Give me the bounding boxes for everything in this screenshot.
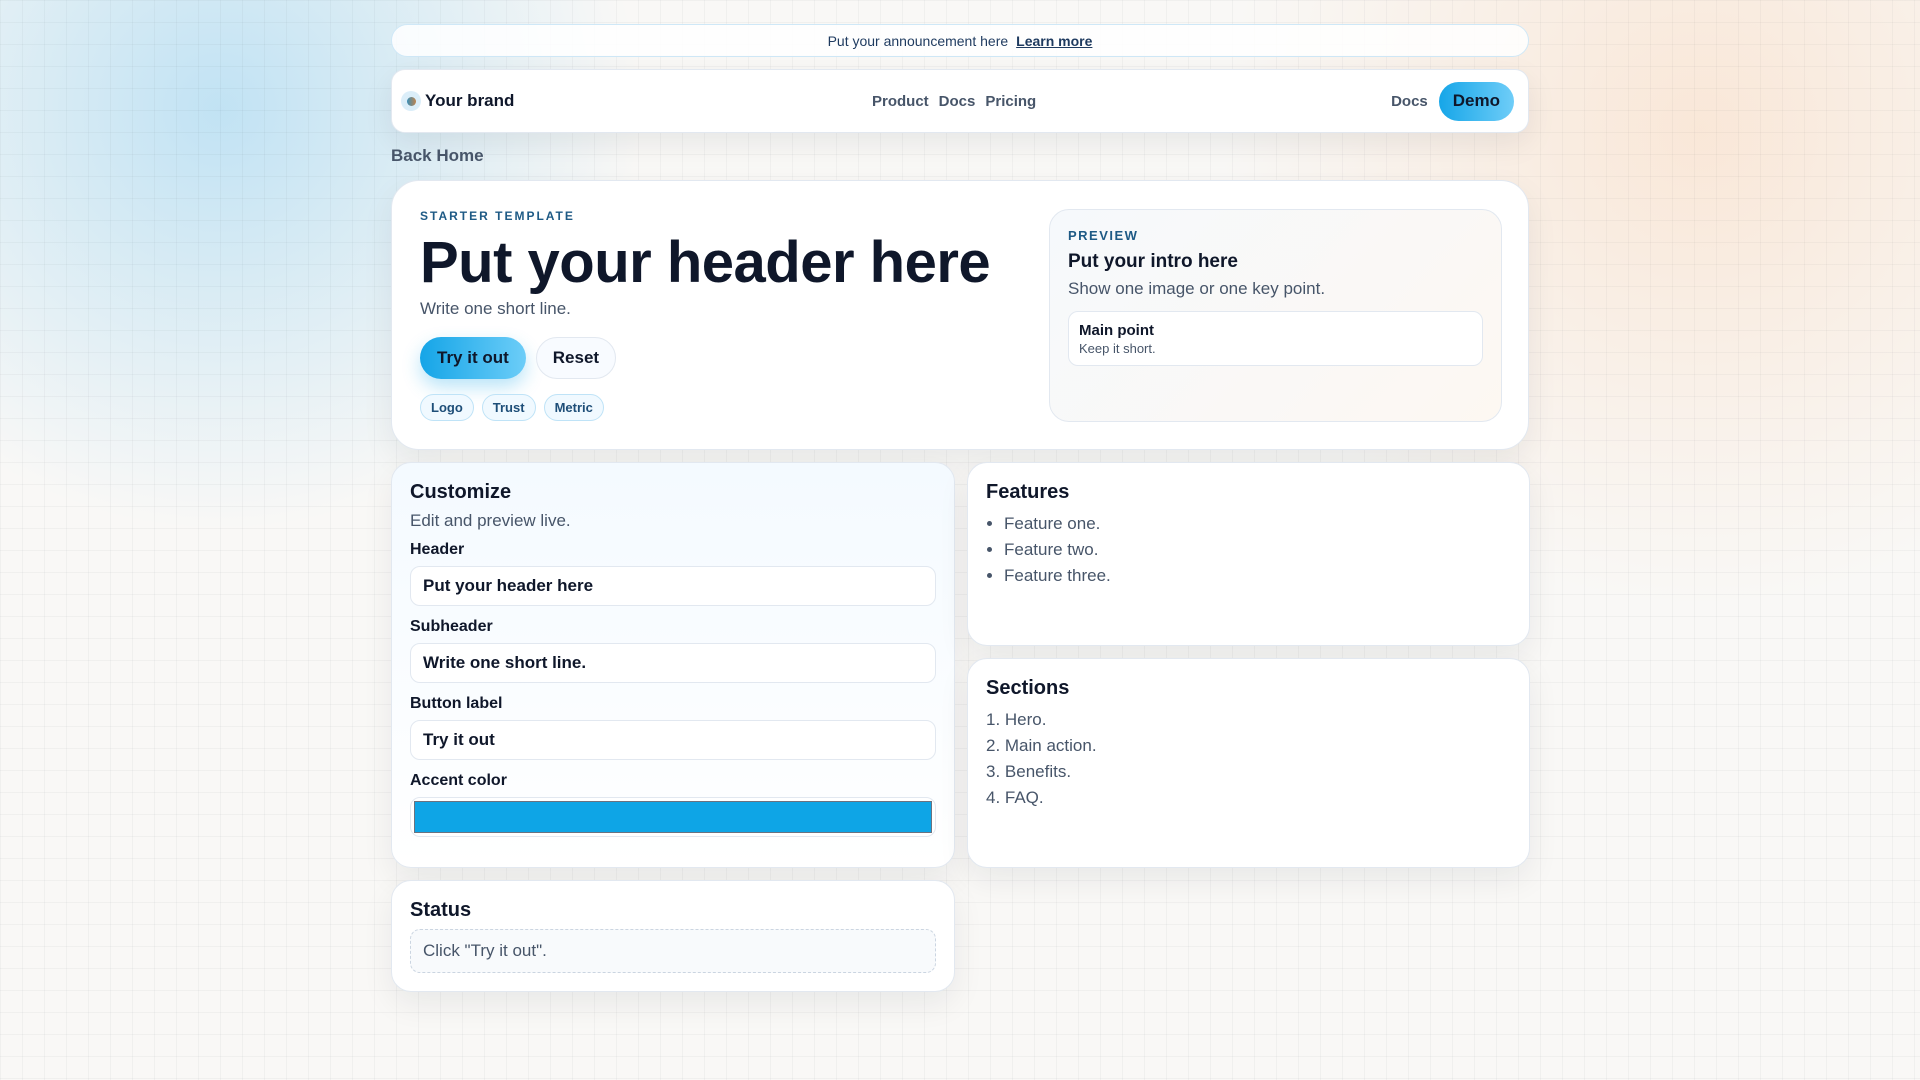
- preview-subtitle: Show one image or one key point.: [1068, 279, 1326, 298]
- brand[interactable]: Your brand: [401, 91, 701, 111]
- reset-button[interactable]: Reset: [535, 337, 617, 379]
- hero-title: Put your header here: [420, 230, 991, 295]
- sections-card: Sections 1. Hero. 2. Main action. 3. Ben…: [967, 658, 1530, 868]
- chip-logo: Logo: [420, 394, 474, 421]
- features-card: Features Feature one. Feature two. Featu…: [967, 462, 1530, 646]
- section-item: 1. Hero.: [986, 710, 1047, 729]
- main-point-box: Main point Keep it short.: [1068, 311, 1483, 366]
- back-home-link[interactable]: Back Home: [391, 146, 484, 166]
- customize-desc: Edit and preview live.: [410, 511, 571, 530]
- status-title: Status: [410, 899, 472, 921]
- preview-panel: PREVIEW Put your intro here Show one ima…: [1049, 209, 1502, 422]
- accent-color-swatch[interactable]: [414, 801, 932, 833]
- feature-item: Feature one.: [1004, 511, 1511, 537]
- nav-link-docs[interactable]: Docs: [939, 93, 976, 110]
- nav-link-product[interactable]: Product: [872, 93, 929, 110]
- demo-button[interactable]: Demo: [1438, 81, 1514, 121]
- section-item: 3. Benefits.: [986, 762, 1072, 781]
- feature-item: Feature two.: [1004, 537, 1511, 563]
- customize-title: Customize: [410, 481, 512, 503]
- preview-eyebrow: PREVIEW: [1068, 228, 1139, 243]
- button-label-input[interactable]: [410, 720, 936, 760]
- chip-trust: Trust: [481, 394, 536, 421]
- announcement-bar: Put your announcement here Learn more: [391, 24, 1529, 57]
- try-it-out-button[interactable]: Try it out: [420, 337, 526, 379]
- accent-color-label: Accent color: [410, 772, 507, 789]
- feature-item: Feature three.: [1004, 563, 1511, 589]
- hero-eyebrow: STARTER TEMPLATE: [420, 209, 575, 223]
- nav-link-pricing[interactable]: Pricing: [985, 93, 1036, 110]
- preview-title: Put your intro here: [1068, 251, 1238, 272]
- nav-docs-link[interactable]: Docs: [1391, 93, 1428, 110]
- status-card: Status Click "Try it out".: [391, 880, 955, 992]
- header-input[interactable]: [410, 566, 936, 606]
- accent-color-input[interactable]: [410, 797, 936, 837]
- section-item: 4. FAQ.: [986, 788, 1044, 807]
- subheader-label: Subheader: [410, 618, 493, 635]
- main-point-text: Keep it short.: [1079, 341, 1156, 356]
- features-title: Features: [986, 481, 1070, 503]
- learn-more-link[interactable]: Learn more: [1016, 33, 1092, 49]
- section-item: 2. Main action.: [986, 736, 1097, 755]
- chip-metric: Metric: [543, 394, 604, 421]
- button-label-label: Button label: [410, 695, 503, 712]
- announcement-text: Put your announcement here: [827, 32, 1009, 49]
- brand-name: Your brand: [425, 91, 515, 110]
- hero-card: STARTER TEMPLATE Put your header here Wr…: [391, 180, 1529, 450]
- sections-title: Sections: [986, 677, 1070, 699]
- brand-logo-icon: [401, 91, 421, 111]
- subheader-input[interactable]: [410, 643, 936, 683]
- navbar: Your brand Product Docs Pricing Docs Dem…: [391, 69, 1529, 133]
- status-message: Click "Try it out".: [410, 929, 936, 973]
- main-point-title: Main point: [1079, 322, 1154, 339]
- hero-subtitle: Write one short line.: [420, 299, 571, 318]
- customize-card: Customize Edit and preview live. Header …: [391, 462, 955, 868]
- header-label: Header: [410, 541, 465, 558]
